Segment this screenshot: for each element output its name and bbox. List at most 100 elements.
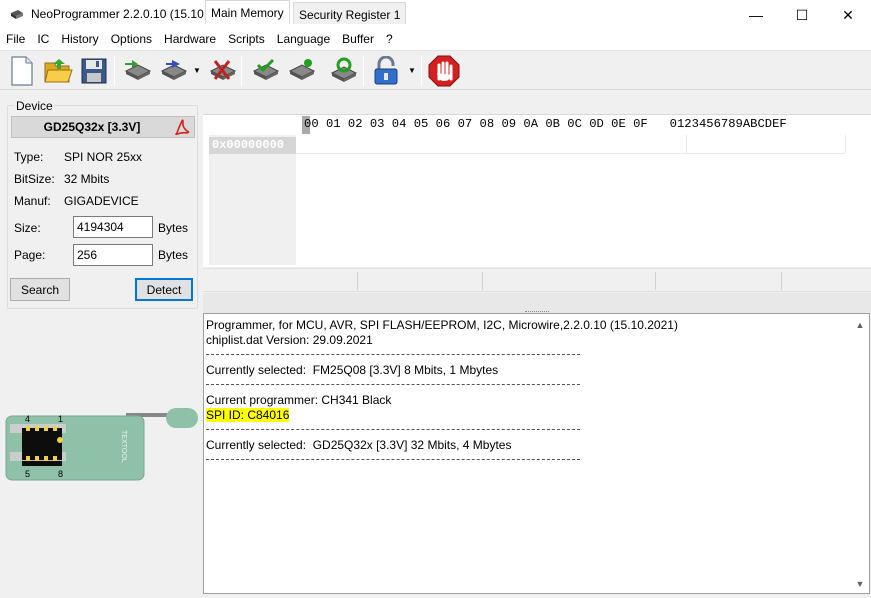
toolbar-separator [241, 56, 242, 86]
toolbar-separator [114, 56, 115, 86]
open-folder-icon [43, 59, 73, 83]
protect-dropdown-arrow[interactable]: ▼ [408, 67, 417, 75]
hex-column-header: 00 01 02 03 04 05 06 07 08 09 0A 0B 0C 0… [304, 117, 787, 131]
tab-main-memory[interactable]: Main Memory [205, 0, 290, 24]
size-label: Size: [14, 221, 41, 235]
log-line: Current programmer: CH341 Black [206, 393, 392, 407]
maximize-button[interactable]: ☐ [779, 0, 825, 30]
log-separator [206, 384, 580, 385]
status-divider [781, 272, 782, 290]
type-value: SPI NOR 25xx [64, 150, 143, 164]
page-field[interactable]: 256 [73, 244, 153, 266]
erase-chip-button[interactable] [205, 54, 238, 88]
scroll-down-arrow[interactable]: ▼ [853, 577, 867, 591]
blank-check-icon [288, 59, 315, 80]
menu-file[interactable]: File [0, 30, 31, 50]
search-button[interactable]: Search [10, 278, 70, 301]
manuf-value: GIGADEVICE [64, 194, 139, 208]
pin-label-4: 4 [25, 414, 30, 424]
bitsize-value: 32 Mbits [64, 172, 110, 186]
pin-label-1: 1 [58, 414, 63, 424]
hex-address: 0x00000000 [209, 137, 296, 154]
log-line: Currently selected: GD25Q32x [3.3V] 32 M… [206, 438, 512, 452]
status-bar [203, 268, 871, 292]
page-unit: Bytes [158, 248, 189, 262]
tab-security-register[interactable]: Security Register 1 [293, 2, 407, 24]
save-button[interactable] [77, 54, 110, 88]
log-line-highlighted: SPI ID: C84016 [206, 408, 290, 422]
manuf-label: Manuf: [14, 194, 51, 208]
log-panel[interactable] [203, 313, 870, 594]
verify-chip-icon [252, 58, 279, 80]
status-divider [482, 272, 483, 290]
minimize-button[interactable]: — [733, 0, 779, 30]
write-dropdown-arrow[interactable]: ▼ [193, 67, 202, 75]
status-divider [357, 272, 358, 290]
auto-program-icon [330, 57, 357, 82]
app-chip-icon [11, 10, 23, 19]
pin-label-5: 5 [25, 469, 30, 479]
menu-hardware[interactable]: Hardware [158, 30, 222, 50]
address-column [209, 135, 296, 265]
menu-bar: File IC History Options Hardware Scripts… [0, 30, 871, 50]
new-file-icon [10, 56, 33, 86]
menu-help[interactable]: ? [380, 30, 399, 50]
close-icon: ✕ [842, 6, 854, 23]
write-chip-icon [160, 60, 187, 80]
stop-icon [428, 55, 459, 87]
scroll-up-arrow[interactable]: ▲ [853, 318, 867, 332]
page-label: Page: [14, 248, 46, 262]
log-line: Programmer, for MCU, AVR, SPI FLASH/EEPR… [206, 318, 678, 332]
log-line: Currently selected: FM25Q08 [3.3V] 8 Mbi… [206, 363, 499, 377]
read-chip-button[interactable] [120, 54, 153, 88]
open-button[interactable] [41, 54, 74, 88]
menu-history[interactable]: History [55, 30, 104, 50]
menu-language[interactable]: Language [271, 30, 336, 50]
close-button[interactable]: ✕ [825, 0, 871, 30]
blank-check-button[interactable] [284, 54, 317, 88]
hex-row-divider [296, 153, 845, 154]
read-chip-icon [124, 60, 151, 80]
device-group-label: Device [14, 99, 55, 113]
bitsize-label: BitSize: [14, 172, 55, 186]
log-separator [206, 354, 580, 355]
lock-icon [374, 56, 397, 85]
pin-label-8: 8 [58, 469, 63, 479]
device-name: GD25Q32x [3.3V] [43, 120, 141, 134]
new-file-button[interactable] [5, 54, 38, 88]
minimize-icon: — [749, 7, 763, 23]
log-separator [206, 429, 580, 430]
write-chip-button[interactable] [156, 54, 189, 88]
toolbar: ▼ ▼ [0, 50, 871, 90]
device-name-box: GD25Q32x [3.3V] [11, 116, 195, 138]
detect-button[interactable]: Detect [135, 278, 193, 301]
status-divider [655, 272, 656, 290]
socket-lever-handle [166, 408, 198, 428]
verify-chip-button[interactable] [248, 54, 281, 88]
menu-ic[interactable]: IC [31, 30, 55, 50]
hex-end-divider [845, 135, 846, 153]
stop-button[interactable] [427, 54, 460, 88]
panel-splitter[interactable] [203, 293, 871, 313]
hex-ascii-divider [686, 135, 687, 153]
size-unit: Bytes [158, 221, 189, 235]
toolbar-separator [421, 56, 422, 86]
log-line: chiplist.dat Version: 29.09.2021 [206, 333, 373, 347]
toolbar-separator [363, 56, 364, 86]
protect-button[interactable] [369, 54, 402, 88]
auto-program-button[interactable] [326, 54, 359, 88]
maximize-icon: ☐ [795, 6, 809, 23]
type-label: Type: [14, 150, 44, 164]
socket-brand: TEXTOOL [120, 430, 127, 463]
title-bar: NeoProgrammer 2.2.0.10 (15.10.2021) — ☐ … [0, 0, 871, 30]
pdf-icon[interactable] [174, 118, 190, 136]
chip-socket: 4 1 5 8 TEXTOOL [5, 408, 198, 481]
log-separator [206, 459, 580, 460]
menu-buffer[interactable]: Buffer [336, 30, 380, 50]
menu-scripts[interactable]: Scripts [222, 30, 271, 50]
size-field[interactable]: 4194304 [73, 216, 153, 238]
erase-chip-icon [209, 60, 236, 80]
save-floppy-icon [81, 58, 106, 84]
menu-options[interactable]: Options [105, 30, 158, 50]
hex-editor[interactable] [203, 114, 871, 267]
